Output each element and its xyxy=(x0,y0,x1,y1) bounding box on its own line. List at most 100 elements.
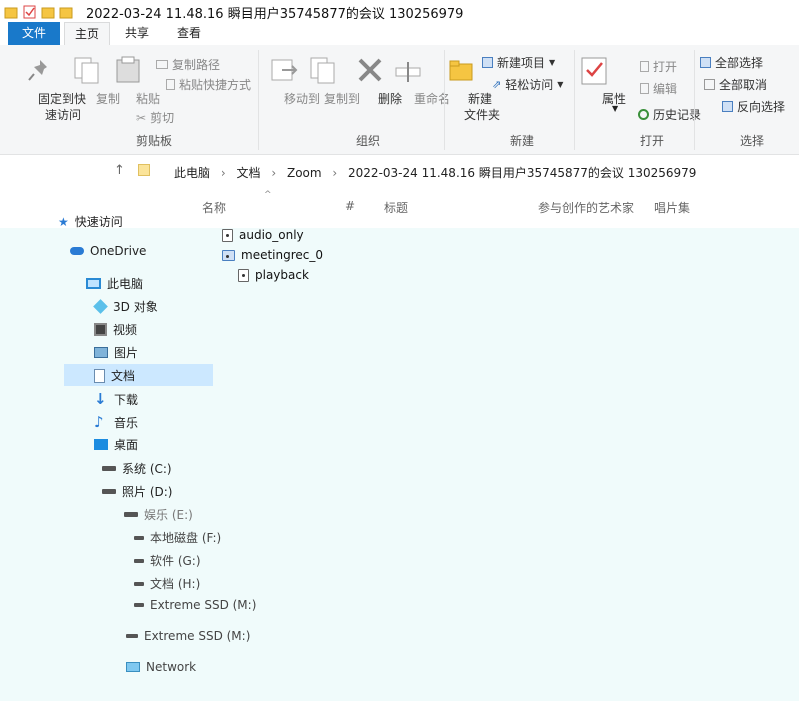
nav-documents[interactable]: 文档 xyxy=(94,367,135,384)
list-item[interactable]: meetingrec_0 xyxy=(222,248,323,262)
media-file-icon xyxy=(238,268,249,282)
music-note-icon: ♪ xyxy=(94,413,104,431)
nav-drive-g[interactable]: 软件 (G:) xyxy=(134,552,201,569)
paste-shortcut-button[interactable]: 粘贴快捷方式 xyxy=(166,76,251,93)
picture-icon xyxy=(94,347,108,358)
up-arrow-icon[interactable]: ↑ xyxy=(114,163,125,178)
column-header-artist[interactable]: 参与创作的艺术家 xyxy=(538,199,634,216)
nav-drive-d-label: 照片 (D:) xyxy=(122,485,173,499)
breadcrumb-separator-icon: › xyxy=(220,166,226,180)
group-label-organize: 组织 xyxy=(356,134,381,148)
nav-drive-e[interactable]: 娱乐 (E:) xyxy=(124,506,193,523)
open-button[interactable]: 打开 xyxy=(640,58,677,75)
invert-selection-icon xyxy=(722,101,733,112)
nav-network[interactable]: Network xyxy=(126,660,196,674)
properties-dropdown-arrow-icon: ▼ xyxy=(612,104,619,113)
nav-3d-objects[interactable]: 3D 对象 xyxy=(93,298,158,315)
nav-drive-c[interactable]: 系统 (C:) xyxy=(102,460,172,477)
nav-quick-access[interactable]: ★ 快速访问 xyxy=(58,213,123,230)
select-none-button[interactable]: 全部取消 xyxy=(704,76,767,93)
open-icon xyxy=(640,61,649,72)
column-header-title[interactable]: 标题 xyxy=(384,199,408,216)
column-header-album[interactable]: 唱片集 xyxy=(654,199,690,216)
select-none-icon xyxy=(704,79,715,90)
move-to-button[interactable]: 移动到 xyxy=(284,90,320,107)
new-item-button[interactable]: 新建项目 ▼ xyxy=(482,54,555,71)
copy-button[interactable]: 复制 xyxy=(96,90,120,107)
breadcrumb-meeting-folder[interactable]: 2022-03-24 11.48.16 瞬目用户35745877的会议 1302… xyxy=(348,166,696,180)
file-name: playback xyxy=(255,268,309,282)
nav-desktop[interactable]: 桌面 xyxy=(94,436,138,453)
new-folder-icon xyxy=(449,60,473,81)
network-icon xyxy=(126,662,140,672)
select-all-button[interactable]: 全部选择 xyxy=(700,54,763,71)
select-all-label: 全部选择 xyxy=(715,56,764,70)
invert-selection-button[interactable]: 反向选择 xyxy=(722,98,785,115)
tab-home[interactable]: 主页 xyxy=(64,22,110,45)
nav-drive-h[interactable]: 文档 (H:) xyxy=(134,575,200,592)
breadcrumb-zoom[interactable]: Zoom xyxy=(287,166,322,180)
tab-file[interactable]: 文件 xyxy=(8,22,60,45)
nav-videos[interactable]: 视频 xyxy=(94,321,137,338)
open-label: 打开 xyxy=(653,60,678,74)
nav-drive-f[interactable]: 本地磁盘 (F:) xyxy=(134,529,221,546)
desktop-icon xyxy=(94,439,108,450)
nav-drive-m-2-label: Extreme SSD (M:) xyxy=(144,629,251,643)
hard-drive-icon xyxy=(102,466,116,471)
list-item[interactable]: audio_only xyxy=(222,228,304,242)
copy-path-icon xyxy=(156,60,168,69)
nav-music[interactable]: ♪ 音乐 xyxy=(94,413,138,431)
nav-drive-d[interactable]: 照片 (D:) xyxy=(102,483,172,500)
file-list xyxy=(215,228,799,701)
select-all-icon xyxy=(700,57,711,68)
breadcrumb-this-pc[interactable]: 此电脑 xyxy=(174,166,210,180)
copy-to-button[interactable]: 复制到 xyxy=(324,90,360,107)
nav-downloads[interactable]: ↓ 下载 xyxy=(94,390,138,408)
easy-access-button[interactable]: ⇗ 轻松访问 ▼ xyxy=(492,76,563,93)
nav-drive-h-label: 文档 (H:) xyxy=(150,577,201,591)
pin-quick-access-label-2: 速访问 xyxy=(45,108,82,122)
nav-this-pc[interactable]: 此电脑 xyxy=(86,275,143,292)
copy-path-button[interactable]: 复制路径 xyxy=(156,56,220,73)
nav-pictures[interactable]: 图片 xyxy=(94,344,138,361)
nav-drive-m[interactable]: Extreme SSD (M:) xyxy=(134,598,256,612)
cube-icon xyxy=(93,299,108,314)
breadcrumb-documents[interactable]: 文档 xyxy=(236,166,260,180)
file-name: meetingrec_0 xyxy=(241,248,324,262)
delete-button[interactable]: 删除 xyxy=(378,90,402,107)
copy-path-label: 复制路径 xyxy=(172,58,221,72)
group-label-new: 新建 xyxy=(510,134,535,148)
breadcrumb-separator-icon: › xyxy=(271,166,277,180)
nav-drive-m-2[interactable]: Extreme SSD (M:) xyxy=(126,629,250,643)
nav-drive-g-label: 软件 (G:) xyxy=(150,554,201,568)
hard-drive-icon xyxy=(134,581,144,586)
column-header-number[interactable]: # xyxy=(345,199,355,213)
list-item[interactable]: playback xyxy=(238,268,309,282)
nav-drive-e-label: 娱乐 (E:) xyxy=(144,508,193,522)
paste-button[interactable]: 粘贴 xyxy=(136,90,160,107)
nav-3d-objects-label: 3D 对象 xyxy=(113,300,158,314)
nav-this-pc-label: 此电脑 xyxy=(107,277,144,291)
cloud-icon xyxy=(70,247,84,255)
breadcrumb: 此电脑 › 文档 › Zoom › 2022-03-24 11.48.16 瞬目… xyxy=(174,164,696,181)
group-label-select: 选择 xyxy=(740,134,765,148)
tab-share[interactable]: 共享 xyxy=(114,22,160,45)
cut-button[interactable]: ✂ 剪切 xyxy=(136,109,174,126)
history-button[interactable]: 历史记录 xyxy=(638,106,701,123)
new-folder-label-2: 文件夹 xyxy=(464,108,501,122)
nav-pictures-label: 图片 xyxy=(114,346,139,360)
invert-selection-label: 反向选择 xyxy=(737,100,786,114)
document-icon xyxy=(94,368,105,383)
nav-onedrive[interactable]: OneDrive xyxy=(70,244,146,258)
column-header-name[interactable]: 名称 xyxy=(202,199,226,216)
hard-drive-icon xyxy=(134,558,144,563)
group-label-clipboard: 剪贴板 xyxy=(136,134,173,148)
edit-button[interactable]: 编辑 xyxy=(640,80,677,97)
tab-view[interactable]: 查看 xyxy=(166,22,212,45)
star-icon: ★ xyxy=(58,214,69,229)
history-icon xyxy=(638,109,649,120)
new-folder-button[interactable]: 新建 xyxy=(468,90,492,107)
file-name: audio_only xyxy=(239,228,304,242)
pin-quick-access-button[interactable]: 固定到快 xyxy=(38,90,86,107)
quick-access-toolbar[interactable] xyxy=(4,4,76,20)
